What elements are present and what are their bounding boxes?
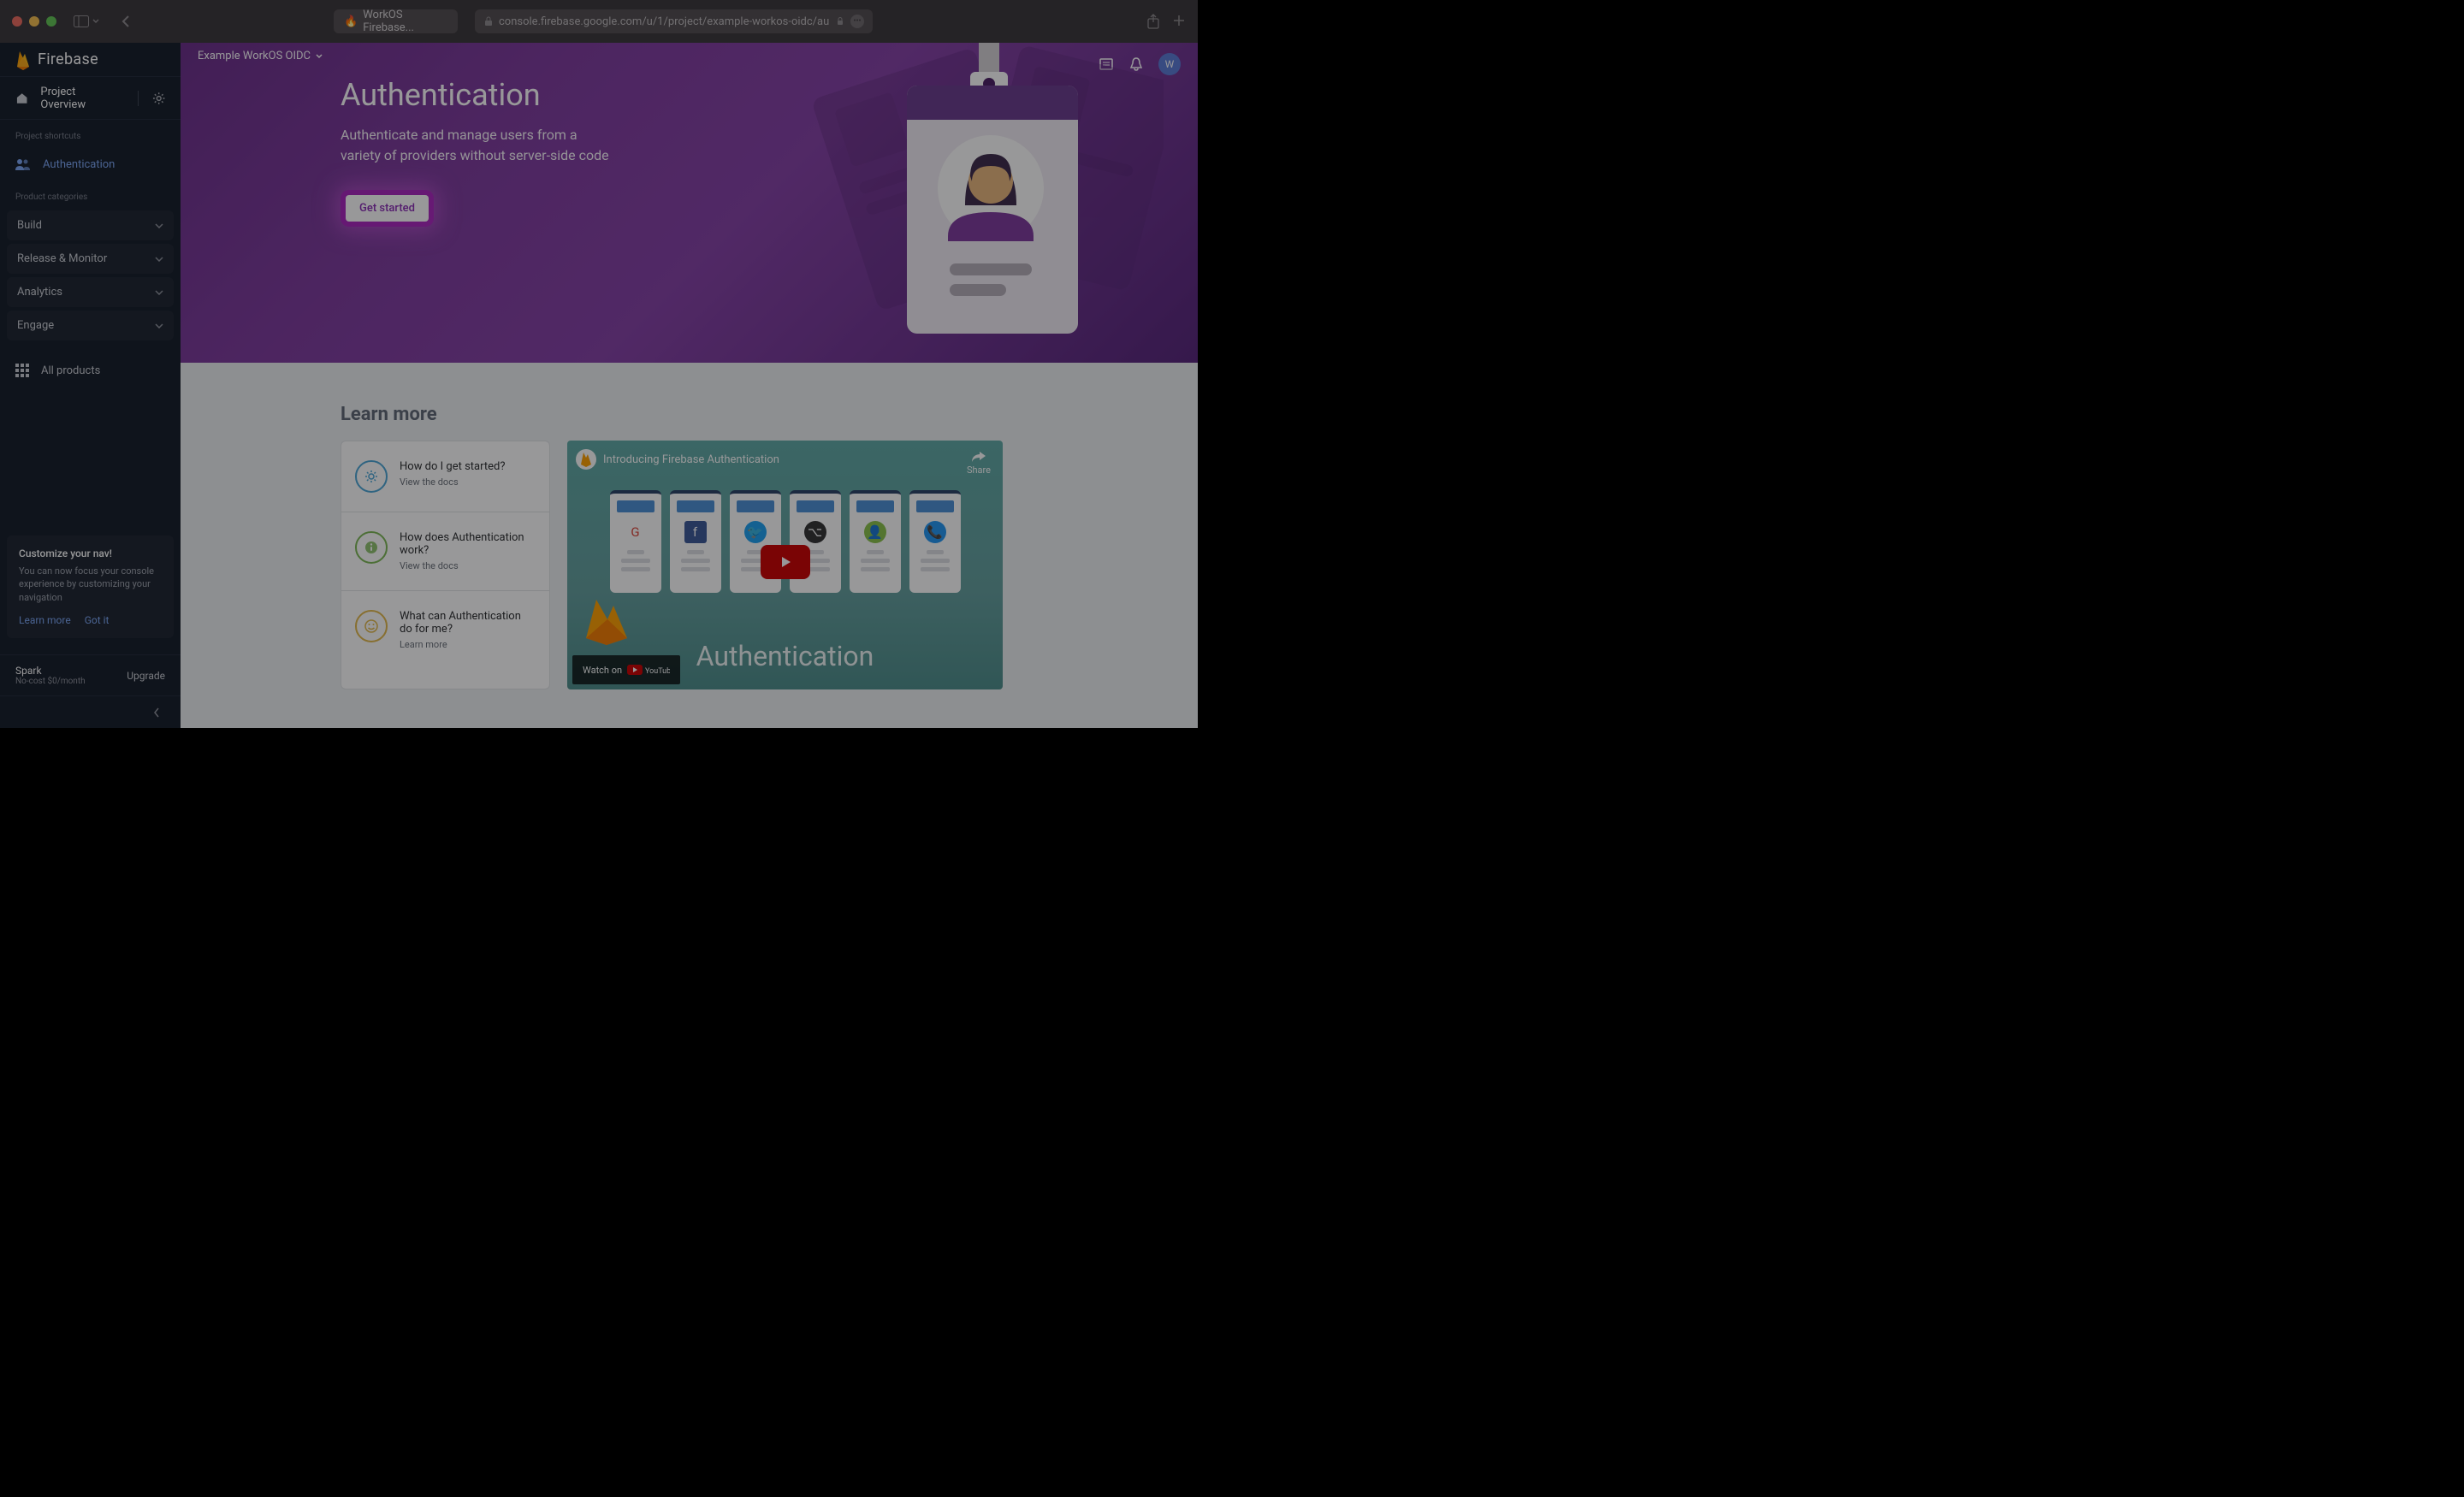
intro-video[interactable]: Introducing Firebase Authentication Shar… bbox=[567, 441, 1003, 689]
video-title: Introducing Firebase Authentication bbox=[603, 453, 779, 466]
card-sub: View the docs bbox=[400, 560, 536, 571]
sidebar-toggle-button[interactable] bbox=[74, 15, 99, 27]
card-sub: Learn more bbox=[400, 639, 536, 650]
chevron-down-icon bbox=[155, 323, 163, 328]
share-icon[interactable] bbox=[1146, 14, 1160, 29]
traffic-lights bbox=[12, 16, 56, 27]
settings-gear-icon[interactable] bbox=[152, 92, 165, 105]
categories-label: Product categories bbox=[0, 180, 181, 209]
learn-card-what-can[interactable]: What can Authentication do for me? Learn… bbox=[341, 591, 549, 669]
tip-learn-more-link[interactable]: Learn more bbox=[19, 614, 71, 626]
chevron-down-icon bbox=[155, 290, 163, 295]
chevron-down-icon bbox=[92, 19, 99, 24]
page-subtitle: Authenticate and manage users from a var… bbox=[341, 125, 614, 166]
category-analytics[interactable]: Analytics bbox=[7, 277, 174, 307]
browser-tab[interactable]: 🔥 WorkOS Firebase... bbox=[334, 9, 458, 33]
hero-illustration bbox=[804, 43, 1164, 363]
video-share-button[interactable]: Share bbox=[967, 451, 991, 476]
hero-banner: Example WorkOS OIDC W Authentication Aut… bbox=[181, 43, 1198, 363]
plan-sub: No-cost $0/month bbox=[15, 677, 86, 686]
maximize-window-button[interactable] bbox=[46, 16, 56, 27]
svg-text:YouTube: YouTube bbox=[645, 667, 670, 676]
chevron-down-icon bbox=[155, 257, 163, 262]
learn-card-get-started[interactable]: How do I get started? View the docs bbox=[341, 441, 549, 512]
tip-body: You can now focus your console experienc… bbox=[19, 565, 162, 604]
browser-toolbar: 🔥 WorkOS Firebase... console.firebase.go… bbox=[0, 0, 1198, 43]
nav-customize-tip: Customize your nav! You can now focus yo… bbox=[7, 535, 174, 638]
avatar-initial: W bbox=[1165, 58, 1175, 70]
project-breadcrumb[interactable]: Example WorkOS OIDC bbox=[198, 50, 311, 62]
chevron-down-icon bbox=[155, 223, 163, 228]
close-window-button[interactable] bbox=[12, 16, 22, 27]
sidebar-item-authentication[interactable]: Authentication bbox=[0, 148, 181, 180]
learn-more-heading: Learn more bbox=[341, 404, 1198, 425]
project-overview-link[interactable]: Project Overview bbox=[0, 77, 181, 120]
play-button[interactable] bbox=[761, 545, 810, 579]
all-products-link[interactable]: All products bbox=[0, 349, 181, 392]
smile-icon bbox=[355, 610, 388, 642]
category-label: Engage bbox=[17, 319, 54, 332]
users-icon bbox=[15, 158, 31, 170]
info-icon bbox=[355, 531, 388, 564]
play-icon bbox=[778, 554, 793, 570]
sidebar: Firebase Project Overview Project shortc… bbox=[0, 43, 181, 728]
video-overlay-title: Authentication bbox=[696, 640, 874, 672]
card-title: How do I get started? bbox=[400, 460, 505, 473]
project-overview-label: Project Overview bbox=[40, 86, 120, 111]
watch-on-youtube[interactable]: Watch on YouTube bbox=[572, 655, 680, 684]
new-tab-icon[interactable] bbox=[1172, 14, 1186, 27]
url-text: console.firebase.google.com/u/1/project/… bbox=[499, 15, 829, 28]
category-build[interactable]: Build bbox=[7, 210, 174, 240]
learn-more-section: Learn more How do I get started? View th… bbox=[181, 363, 1198, 689]
tip-title: Customize your nav! bbox=[19, 547, 162, 559]
firebase-logo-icon: 🔥 bbox=[344, 15, 358, 28]
youtube-logo-icon: YouTube bbox=[627, 664, 670, 676]
card-title: How does Authentication work? bbox=[400, 531, 536, 557]
share-label: Share bbox=[967, 464, 991, 476]
plan-row: Spark No-cost $0/month Upgrade bbox=[0, 654, 181, 695]
category-label: Build bbox=[17, 219, 42, 232]
upgrade-button[interactable]: Upgrade bbox=[127, 670, 165, 682]
main-content: Example WorkOS OIDC W Authentication Aut… bbox=[181, 43, 1198, 728]
dropdown-caret-icon[interactable] bbox=[316, 54, 323, 59]
logo-text: Firebase bbox=[38, 50, 98, 68]
category-label: Release & Monitor bbox=[17, 252, 107, 265]
card-sub: View the docs bbox=[400, 476, 505, 488]
home-icon bbox=[15, 92, 28, 105]
firebase-logo-icon bbox=[578, 595, 637, 647]
minimize-window-button[interactable] bbox=[29, 16, 39, 27]
firebase-logo-icon bbox=[576, 449, 596, 470]
address-bar[interactable]: console.firebase.google.com/u/1/project/… bbox=[475, 9, 873, 33]
all-products-label: All products bbox=[41, 364, 100, 377]
back-button[interactable] bbox=[121, 15, 130, 28]
category-release-monitor[interactable]: Release & Monitor bbox=[7, 244, 174, 274]
watch-on-label: Watch on bbox=[583, 665, 622, 676]
gear-icon bbox=[355, 460, 388, 493]
learn-cards: How do I get started? View the docs How … bbox=[341, 441, 550, 689]
shortcuts-label: Project shortcuts bbox=[0, 120, 181, 148]
firebase-logo-row[interactable]: Firebase bbox=[0, 43, 181, 77]
grid-icon bbox=[15, 364, 29, 377]
category-engage[interactable]: Engage bbox=[7, 311, 174, 340]
sidebar-item-label: Authentication bbox=[43, 158, 115, 171]
tab-title: WorkOS Firebase... bbox=[363, 9, 447, 34]
get-started-button[interactable]: Get started bbox=[346, 195, 429, 222]
plan-name: Spark bbox=[15, 665, 86, 677]
card-title: What can Authentication do for me? bbox=[400, 610, 536, 636]
learn-card-how-works[interactable]: How does Authentication work? View the d… bbox=[341, 512, 549, 591]
firebase-logo-icon bbox=[15, 50, 31, 70]
reader-button[interactable]: ••• bbox=[850, 15, 864, 28]
tip-got-it-button[interactable]: Got it bbox=[85, 614, 110, 626]
cta-highlight: Get started bbox=[341, 190, 434, 227]
lock-icon bbox=[835, 16, 845, 27]
collapse-sidebar-button[interactable] bbox=[0, 695, 181, 728]
privacy-indicator-icon bbox=[483, 16, 494, 27]
category-label: Analytics bbox=[17, 286, 62, 299]
